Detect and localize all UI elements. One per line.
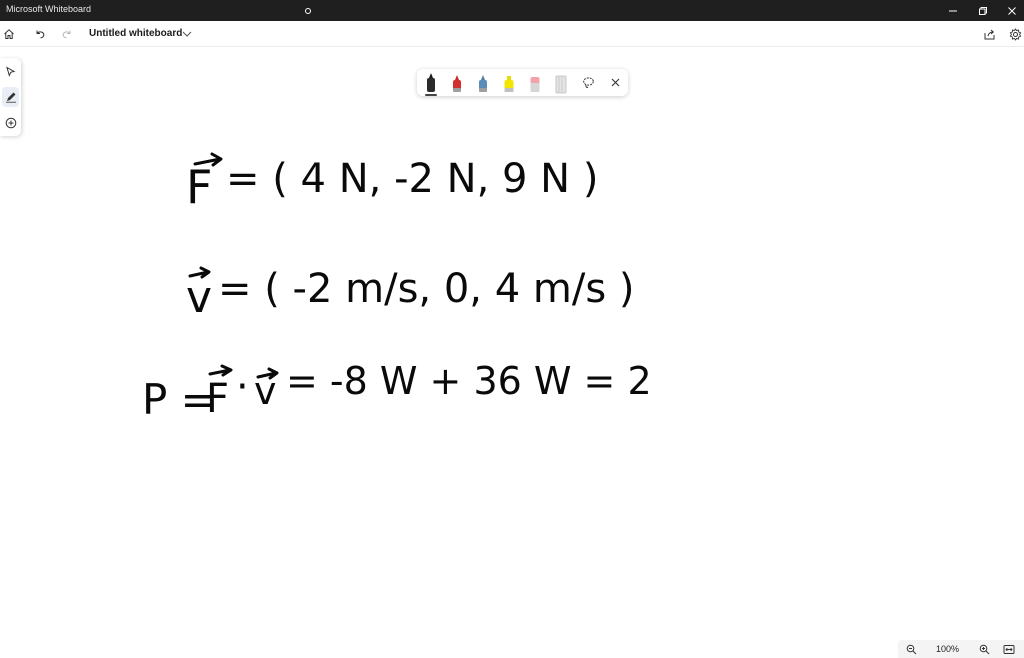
ink-force-symbol: F	[186, 160, 212, 214]
settings-button[interactable]	[1006, 25, 1024, 43]
app-title: Microsoft Whiteboard	[6, 4, 92, 14]
home-icon	[4, 29, 14, 39]
red-pen-button[interactable]	[449, 72, 465, 94]
zoom-level[interactable]: 100%	[936, 644, 959, 654]
minimize-button[interactable]	[938, 0, 968, 21]
ruler-button[interactable]	[553, 72, 569, 94]
ink-force-symbol-2: F	[206, 376, 229, 422]
eraser-icon	[530, 77, 540, 92]
ink-line-velocity: v = ( -2 m/s, 0, 4 m/s )	[186, 266, 635, 323]
ink-power-label: P =	[142, 375, 216, 424]
whiteboard-canvas[interactable]: F = ( 4 N, -2 N, 9 N ) v = ( -2 m/s, 0, …	[0, 0, 1024, 658]
redo-icon	[62, 30, 71, 39]
pen-toolbar	[417, 69, 628, 96]
undo-icon	[36, 30, 45, 39]
fit-screen-icon	[1003, 644, 1015, 654]
zoom-out-icon	[906, 644, 916, 654]
document-title[interactable]: Untitled whiteboard	[89, 28, 182, 39]
home-button[interactable]	[0, 25, 18, 43]
restore-button[interactable]	[968, 0, 998, 21]
vector-arrow-icon	[256, 367, 279, 380]
ink-line-force: F = ( 4 N, -2 N, 9 N )	[186, 152, 598, 214]
share-icon	[984, 29, 994, 39]
ruler-icon	[555, 75, 567, 94]
ink-force-components: = ( 4 N, -2 N, 9 N )	[226, 156, 598, 202]
black-pen-button[interactable]	[423, 72, 439, 96]
zoom-out-button[interactable]	[904, 642, 918, 656]
red-pen-icon	[453, 75, 461, 92]
eraser-button[interactable]	[527, 72, 543, 94]
title-bar: Microsoft Whiteboard	[0, 0, 1024, 21]
window-dot-icon	[305, 8, 311, 14]
fit-to-screen-button[interactable]	[1002, 642, 1016, 656]
tool-rail	[0, 58, 21, 136]
blue-pen-button[interactable]	[475, 72, 491, 94]
yellow-highlighter-button[interactable]	[501, 72, 517, 94]
add-button[interactable]	[2, 113, 19, 133]
select-icon	[6, 65, 16, 77]
ink-line-power: P = F · v = -8 W + 36 W = 2	[142, 359, 652, 424]
ink-power-result: = -8 W + 36 W = 2	[286, 359, 652, 403]
redo-button[interactable]	[58, 25, 76, 43]
undo-button[interactable]	[31, 25, 49, 43]
zoom-in-button[interactable]	[977, 642, 991, 656]
lasso-icon	[582, 76, 594, 88]
vector-arrow-icon	[193, 152, 223, 167]
ink-velocity-components: = ( -2 m/s, 0, 4 m/s )	[218, 266, 635, 312]
select-tool-button[interactable]	[2, 61, 19, 81]
blue-pen-icon	[479, 75, 487, 92]
close-window-button[interactable]	[997, 0, 1024, 21]
pen-tool-button[interactable]	[2, 87, 19, 107]
ink-velocity-symbol: v	[186, 272, 212, 323]
vector-arrow-icon	[208, 364, 233, 377]
ink-dot-operator: ·	[236, 364, 249, 410]
zoom-in-icon	[979, 644, 989, 654]
zoom-bar: 100%	[898, 640, 1024, 658]
close-icon	[611, 78, 619, 86]
chevron-down-icon[interactable]	[181, 29, 193, 39]
app-header: Untitled whiteboard	[0, 21, 1024, 47]
add-icon	[5, 117, 16, 129]
ink-velocity-symbol-2: v	[254, 369, 277, 413]
black-pen-icon	[427, 73, 435, 92]
vector-arrow-icon	[188, 266, 211, 279]
share-button[interactable]	[980, 25, 998, 43]
close-tray-button[interactable]	[608, 75, 622, 89]
highlighter-icon	[504, 76, 514, 92]
lasso-button[interactable]	[581, 75, 595, 89]
pen-icon	[5, 92, 16, 103]
settings-icon	[1009, 27, 1021, 41]
